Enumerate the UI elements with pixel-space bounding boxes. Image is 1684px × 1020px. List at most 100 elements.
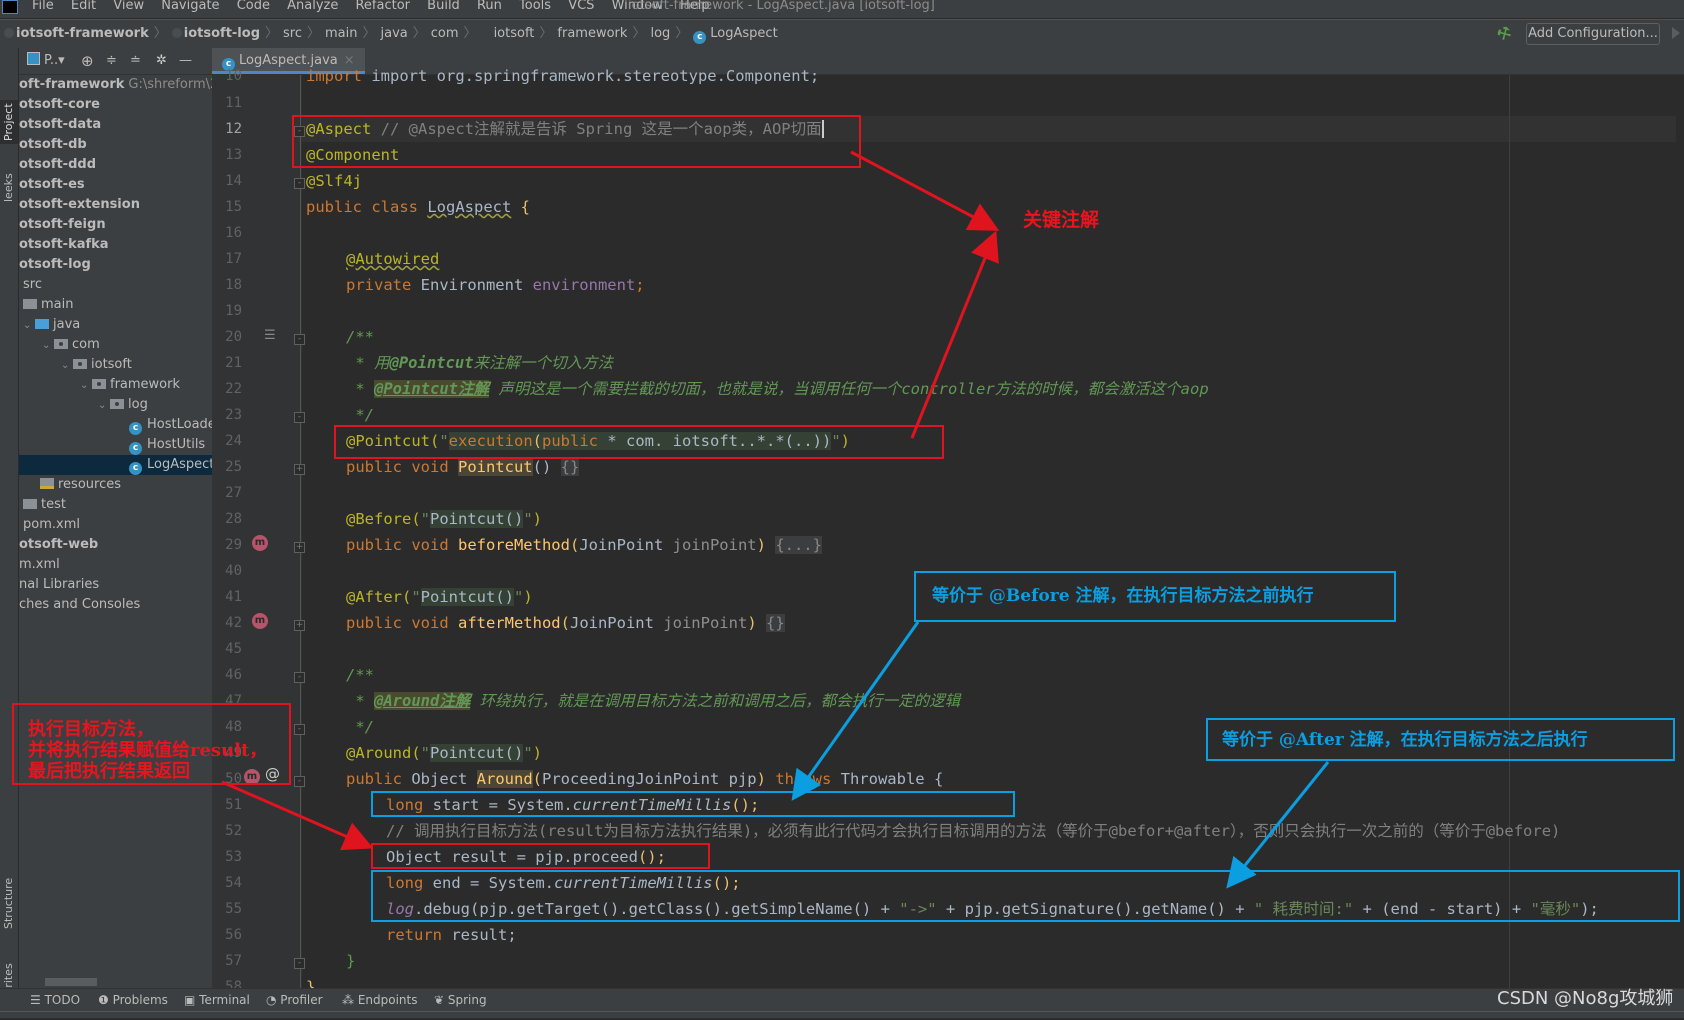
menu-tools[interactable]: Tools bbox=[519, 0, 551, 13]
fold-icon[interactable]: - bbox=[294, 776, 305, 787]
chevron-down-icon[interactable]: ⌄ bbox=[61, 356, 73, 375]
tree-item-scratches[interactable]: ches and Consoles bbox=[19, 595, 212, 615]
tree-item-module[interactable]: otsoft-web bbox=[19, 535, 212, 555]
todo-tool-button[interactable]: ☰ TODO bbox=[30, 989, 80, 1011]
tree-item-external-libraries[interactable]: nal Libraries bbox=[19, 575, 212, 595]
breadcrumb-item[interactable]: iotsoft-log bbox=[184, 26, 260, 41]
code-line-18[interactable]: private Environment environment; bbox=[346, 272, 645, 298]
breadcrumb-item[interactable]: main bbox=[325, 26, 357, 41]
tree-item-java[interactable]: ⌄ java bbox=[19, 315, 212, 335]
chevron-down-icon[interactable]: ⌄ bbox=[80, 376, 92, 395]
code-line-15[interactable]: public class LogAspect { bbox=[306, 194, 530, 220]
menu-code[interactable]: Code bbox=[237, 0, 270, 13]
tree-item-logaspect[interactable]: c LogAspect bbox=[19, 455, 212, 475]
menu-analyze[interactable]: Analyze bbox=[287, 0, 338, 13]
chevron-down-icon[interactable]: ⌄ bbox=[23, 316, 35, 335]
tree-item-module[interactable]: otsoft-log bbox=[19, 255, 212, 275]
tree-item-module[interactable]: otsoft-kafka bbox=[19, 235, 212, 255]
breadcrumb-item[interactable]: com bbox=[431, 26, 459, 41]
menu-refactor[interactable]: Refactor bbox=[355, 0, 410, 13]
tree-item-module[interactable]: otsoft-core bbox=[19, 95, 212, 115]
collapse-all-icon[interactable]: ≐ bbox=[130, 48, 141, 74]
tree-item-resources[interactable]: resources bbox=[19, 475, 212, 495]
tree-item-hostloader[interactable]: c HostLoade bbox=[19, 415, 212, 435]
code-line-28[interactable]: @Before("Pointcut()") bbox=[346, 506, 542, 532]
code-line-57[interactable]: } bbox=[346, 948, 355, 974]
code-line-14[interactable]: @Slf4j bbox=[306, 168, 362, 194]
menu-navigate[interactable]: Navigate bbox=[161, 0, 219, 13]
leeks-tool-tab[interactable]: leeks bbox=[0, 170, 18, 206]
fold-icon[interactable]: - bbox=[294, 672, 305, 683]
fold-icon[interactable]: - bbox=[294, 412, 305, 423]
endpoints-tool-button[interactable]: ⁂ Endpoints bbox=[342, 989, 418, 1011]
code-line-22[interactable]: * @Pointcut注解 声明这是一个需要拦截的切面，也就是说，当调用任何一个… bbox=[346, 376, 1209, 402]
hide-panel-icon[interactable]: — bbox=[179, 48, 192, 74]
menu-vcs[interactable]: VCS bbox=[568, 0, 594, 13]
menu-build[interactable]: Build bbox=[427, 0, 460, 13]
structure-tool-tab[interactable]: Structure bbox=[0, 868, 18, 938]
breadcrumb-item[interactable]: log bbox=[650, 26, 670, 41]
expand-icon[interactable]: + bbox=[294, 464, 305, 475]
doc-render-icon[interactable]: ☰ bbox=[264, 328, 276, 343]
tree-item-pom[interactable]: pom.xml bbox=[19, 515, 212, 535]
code-line-46[interactable]: /** bbox=[346, 662, 374, 688]
code-line-29[interactable]: public void beforeMethod(JoinPoint joinP… bbox=[346, 532, 822, 558]
tree-item-com[interactable]: ⌄ com bbox=[19, 335, 212, 355]
code-line-10[interactable]: import import org.springframework.stereo… bbox=[306, 63, 819, 89]
breadcrumb-item[interactable]: framework bbox=[557, 26, 627, 41]
tree-item-module[interactable]: otsoft-extension bbox=[19, 195, 212, 215]
expand-icon[interactable]: + bbox=[294, 542, 305, 553]
menu-view[interactable]: View bbox=[113, 0, 144, 13]
menu-edit[interactable]: Edit bbox=[71, 0, 96, 13]
run-icon[interactable] bbox=[1672, 27, 1680, 39]
breadcrumb-item[interactable]: java bbox=[381, 26, 408, 41]
problems-tool-button[interactable]: ❶ Problems bbox=[98, 989, 168, 1011]
code-line-21[interactable]: * 用@Pointcut来注解一个切入方法 bbox=[346, 350, 613, 376]
tree-item-iotsoft[interactable]: ⌄ iotsoft bbox=[19, 355, 212, 375]
tree-item-module[interactable]: otsoft-es bbox=[19, 175, 212, 195]
tree-item-root-pom[interactable]: m.xml bbox=[19, 555, 212, 575]
tree-item-test[interactable]: test bbox=[19, 495, 212, 515]
code-line-20[interactable]: /** bbox=[346, 324, 374, 350]
locate-icon[interactable]: ⊕ bbox=[81, 48, 94, 74]
expand-all-icon[interactable]: ≑ bbox=[106, 48, 117, 74]
code-line-17[interactable]: @Autowired bbox=[346, 246, 439, 272]
code-line-56[interactable]: return result; bbox=[386, 922, 517, 948]
code-line-49[interactable]: @Around("Pointcut()") bbox=[346, 740, 542, 766]
expand-icon[interactable]: + bbox=[294, 620, 305, 631]
vertical-scrollbar[interactable] bbox=[1676, 75, 1684, 988]
chevron-down-icon[interactable]: ⌄ bbox=[42, 336, 54, 355]
method-override-icon[interactable]: m bbox=[252, 613, 268, 629]
tree-item-module[interactable]: otsoft-data bbox=[19, 115, 212, 135]
code-line-41[interactable]: @After("Pointcut()") bbox=[346, 584, 533, 610]
project-tool-tab[interactable]: Project bbox=[0, 100, 18, 144]
spring-tool-button[interactable]: ❦ Spring bbox=[434, 989, 487, 1011]
code-line-50[interactable]: public Object Around(ProceedingJoinPoint… bbox=[346, 766, 943, 792]
tree-item-module[interactable]: otsoft-ddd bbox=[19, 155, 212, 175]
method-override-icon[interactable]: m bbox=[252, 535, 268, 551]
menu-file[interactable]: File bbox=[32, 0, 54, 13]
tree-item-framework[interactable]: ⌄ framework bbox=[19, 375, 212, 395]
menu-run[interactable]: Run bbox=[477, 0, 502, 13]
tree-item-root[interactable]: oft-frameworkG:\shreform\2项目 bbox=[19, 75, 212, 95]
fold-icon[interactable]: - bbox=[294, 724, 305, 735]
fold-icon[interactable]: - bbox=[294, 334, 305, 345]
tree-item-main[interactable]: main bbox=[19, 295, 212, 315]
gear-icon[interactable]: ✲ bbox=[156, 48, 167, 74]
add-configuration-button[interactable]: Add Configuration... bbox=[1526, 23, 1660, 45]
tree-item-module[interactable]: otsoft-feign bbox=[19, 215, 212, 235]
breadcrumb-item[interactable]: LogAspect bbox=[710, 26, 777, 41]
tree-item-hostutils[interactable]: c HostUtils bbox=[19, 435, 212, 455]
breadcrumb-item[interactable]: iotsoft bbox=[494, 26, 535, 41]
terminal-tool-button[interactable]: ▣ Terminal bbox=[184, 989, 250, 1011]
tree-item-src[interactable]: src bbox=[19, 275, 212, 295]
code-line-47[interactable]: * @Around注解 环绕执行，就是在调用目标方法之前和调用之后，都会执行一定… bbox=[346, 688, 960, 714]
tree-item-module[interactable]: otsoft-db bbox=[19, 135, 212, 155]
fold-icon[interactable]: - bbox=[294, 958, 305, 969]
project-view-selector[interactable]: P..▾ bbox=[27, 48, 65, 74]
chevron-down-icon[interactable]: ⌄ bbox=[98, 396, 110, 415]
breadcrumb-item[interactable]: src bbox=[283, 26, 302, 41]
fold-icon[interactable]: - bbox=[294, 178, 305, 189]
code-line-52[interactable]: // 调用执行目标方法(result为目标方法执行结果)，必须有此行代码才会执行… bbox=[386, 818, 1560, 844]
breadcrumb-item[interactable]: iotsoft-framework bbox=[16, 26, 149, 41]
